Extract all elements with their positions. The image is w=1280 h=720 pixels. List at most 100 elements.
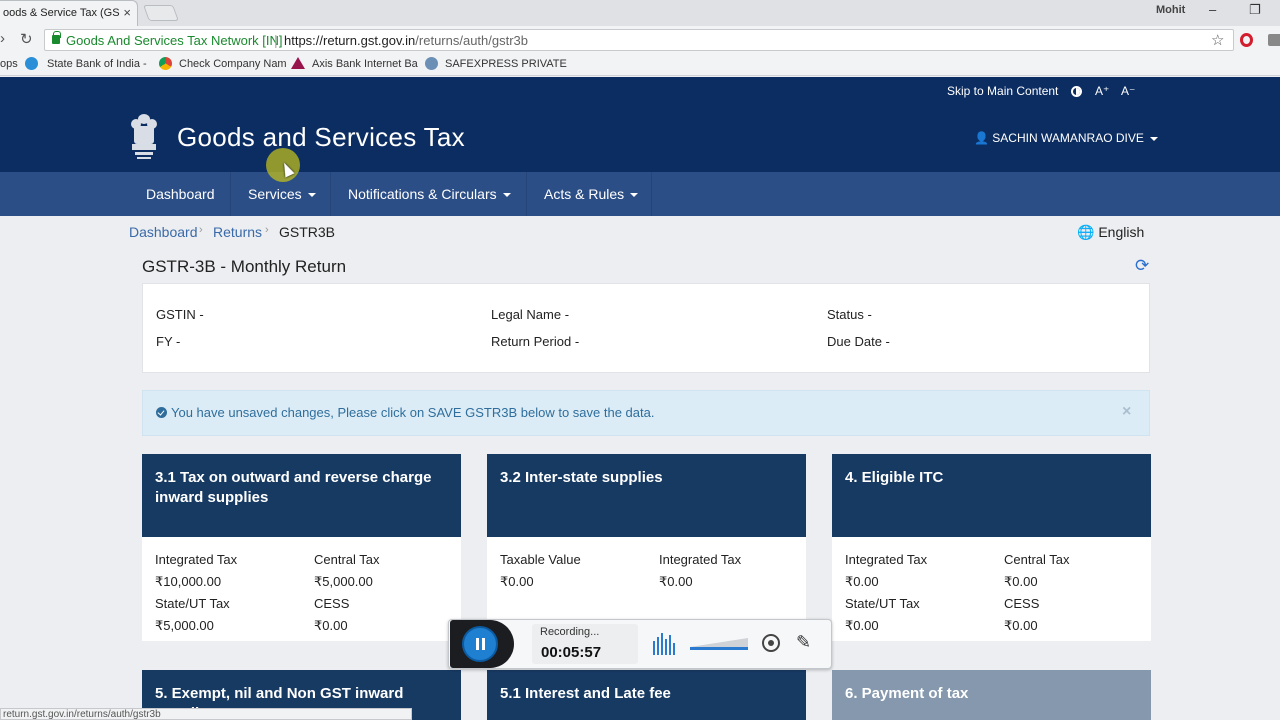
chevron-down-icon (1150, 136, 1159, 141)
recording-status: Recording... (540, 626, 600, 638)
chevron-down-icon (307, 193, 316, 198)
browser-tab-strip (0, 0, 1280, 26)
url-host: https://return.gst.gov.in (284, 33, 416, 48)
status-label: Status - (827, 307, 872, 322)
return-info-panel (142, 283, 1150, 373)
breadcrumb-separator: › (199, 224, 203, 236)
opera-extension-icon[interactable] (1240, 33, 1253, 47)
url-divider: | (274, 32, 278, 48)
nav-dashboard[interactable]: Dashboard (130, 172, 231, 216)
bookmark-sbi[interactable]: State Bank of India - (47, 58, 147, 70)
field-label: CESS (1004, 596, 1040, 611)
tile-body: Integrated Tax ₹0.00 Central Tax ₹0.00 S… (832, 537, 1151, 641)
site-identity[interactable]: Goods And Services Tax Network [IN] (66, 33, 283, 48)
url-text[interactable]: https://return.gst.gov.in/returns/auth/g… (284, 33, 528, 48)
safexpress-icon (425, 57, 438, 70)
browser-tab[interactable]: oods & Service Tax (GS × (0, 0, 138, 26)
bookmark-safexpress[interactable]: SAFEXPRESS PRIVATE (445, 58, 567, 70)
field-value: ₹0.00 (314, 618, 348, 633)
field-label: Integrated Tax (845, 552, 928, 567)
axis-icon (291, 57, 305, 69)
field-value: ₹0.00 (845, 574, 879, 589)
bookmark-apps[interactable]: ops (0, 58, 18, 70)
bookmark-axis[interactable]: Axis Bank Internet Ba (312, 58, 418, 70)
breadcrumb-dashboard[interactable]: Dashboard (129, 224, 198, 240)
field-label: CESS (314, 596, 350, 611)
new-tab-button[interactable] (143, 5, 179, 21)
pause-icon[interactable] (462, 626, 498, 662)
chevron-down-icon (502, 193, 511, 198)
font-decrease-button[interactable]: A⁻ (1121, 84, 1135, 98)
tile-title: 4. Eligible ITC (832, 454, 1151, 537)
language-label: English (1098, 224, 1145, 240)
font-increase-button[interactable]: A⁺ (1095, 84, 1109, 98)
page-title: GSTR-3B - Monthly Return (142, 257, 347, 276)
site-title[interactable]: Goods and Services Tax (177, 122, 465, 153)
secure-lock-icon (52, 31, 61, 44)
due-date-label: Due Date - (827, 334, 890, 349)
field-value: ₹0.00 (845, 618, 879, 633)
nav-label: Dashboard (146, 186, 215, 202)
user-menu[interactable]: 👤 SACHIN WAMANRAO DIVE (974, 131, 1159, 145)
bookmark-check-company[interactable]: Check Company Nam (179, 58, 287, 70)
nav-label: Notifications & Circulars (348, 186, 497, 202)
user-icon: 👤 (974, 131, 989, 145)
minimize-icon[interactable]: – (1209, 2, 1216, 17)
field-value: ₹5,000.00 (314, 574, 373, 589)
field-label: Central Tax (314, 552, 380, 567)
tile-body: Integrated Tax ₹10,000.00 Central Tax ₹5… (142, 537, 461, 641)
nav-label: Services (248, 186, 302, 202)
language-selector[interactable]: 🌐 English (1077, 224, 1144, 241)
globe-icon: 🌐 (1077, 224, 1095, 240)
restore-icon[interactable]: ❐ (1249, 2, 1261, 18)
field-value: ₹0.00 (659, 574, 693, 589)
tile-title: 3.1 Tax on outward and reverse charge in… (142, 454, 461, 537)
chrome-icon (159, 57, 172, 70)
reload-icon[interactable]: ↻ (20, 30, 33, 48)
forward-icon[interactable]: › (0, 30, 5, 47)
webcam-icon[interactable] (762, 634, 780, 652)
url-path: /returns/auth/gstr3b (415, 33, 529, 48)
tile-title: 6. Payment of tax (832, 670, 1151, 720)
volume-slider[interactable] (690, 638, 748, 650)
browser-profile-name[interactable]: Mohit (1156, 4, 1185, 16)
field-label: State/UT Tax (155, 596, 230, 611)
bookmark-star-icon[interactable]: ☆ (1211, 31, 1224, 49)
nav-acts-rules[interactable]: Acts & Rules (527, 172, 652, 216)
field-value: ₹0.00 (1004, 618, 1038, 633)
field-value: ₹5,000.00 (155, 618, 214, 633)
recording-timer: 00:05:57 (541, 644, 602, 661)
field-label: Central Tax (1004, 552, 1070, 567)
refresh-icon[interactable]: ⟳ (1135, 256, 1149, 276)
tile-title: 3.2 Inter-state supplies (487, 454, 806, 537)
sbi-icon (25, 57, 38, 70)
contrast-icon[interactable] (1071, 86, 1082, 97)
national-emblem-icon (131, 114, 157, 159)
field-label: State/UT Tax (845, 596, 920, 611)
tile-payment-of-tax[interactable]: 6. Payment of tax (832, 670, 1151, 720)
return-period-label: Return Period - (491, 334, 580, 349)
audio-level-icon[interactable] (653, 633, 675, 655)
nav-label: Acts & Rules (544, 186, 625, 202)
field-label: Integrated Tax (155, 552, 238, 567)
user-name: SACHIN WAMANRAO DIVE (992, 131, 1144, 145)
alert-close-icon[interactable]: × (1122, 403, 1131, 421)
breadcrumb-returns[interactable]: Returns (213, 224, 262, 240)
fy-label: FY - (156, 334, 181, 349)
legal-name-label: Legal Name - (491, 307, 570, 322)
tab-close-icon[interactable]: × (123, 1, 131, 25)
field-value: ₹0.00 (500, 574, 534, 589)
alert-message: You have unsaved changes, Please click o… (171, 405, 655, 420)
tab-title: oods & Service Tax (GS (3, 7, 120, 19)
field-label: Taxable Value (500, 552, 581, 567)
chevron-down-icon (630, 193, 639, 198)
tile-interest-late-fee[interactable]: 5.1 Interest and Late fee (487, 670, 806, 720)
skip-to-main-link[interactable]: Skip to Main Content (947, 84, 1058, 98)
field-value: ₹0.00 (1004, 574, 1038, 589)
extension-icon[interactable] (1268, 34, 1280, 46)
field-value: ₹10,000.00 (155, 574, 222, 589)
accessibility-strip (0, 77, 1280, 105)
breadcrumb-separator: › (265, 224, 269, 236)
pen-icon[interactable]: ✎ (796, 632, 811, 653)
nav-notifications[interactable]: Notifications & Circulars (331, 172, 527, 216)
